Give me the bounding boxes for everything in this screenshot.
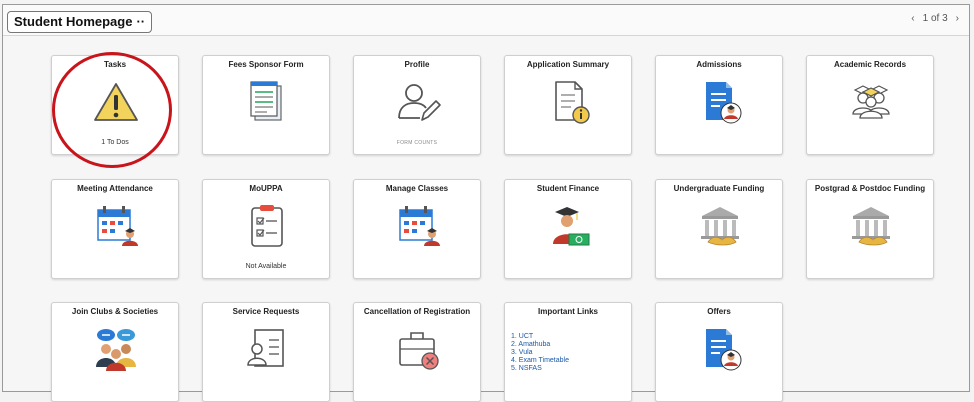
people-chat-icon xyxy=(96,329,136,371)
checklist-icon xyxy=(251,205,283,247)
tile-admissions[interactable]: Admissions xyxy=(655,55,783,155)
tile-meeting-attendance[interactable]: Meeting Attendance xyxy=(51,179,179,279)
tile-title: Fees Sponsor Form xyxy=(228,60,304,69)
tile-title: Admissions xyxy=(696,60,742,69)
tile-important-links[interactable]: Important Links 1. UCT 2. Amathuba 3. Vu… xyxy=(504,302,632,402)
tile-title: Offers xyxy=(707,307,731,316)
graduates-icon xyxy=(852,85,890,119)
tile-footer: 1 To Dos xyxy=(101,139,129,146)
link-exam-timetable[interactable]: 4. Exam Timetable xyxy=(511,357,569,365)
tile-title: Profile xyxy=(404,60,430,69)
chevron-left-icon[interactable]: ‹ xyxy=(911,13,914,24)
briefcase-cancel-icon xyxy=(399,332,439,370)
homepage-selector-button[interactable]: Student Homepage ·· xyxy=(7,11,153,33)
tile-title: Manage Classes xyxy=(385,184,449,193)
tile-title: Important Links xyxy=(537,307,598,316)
page-title: Student Homepage xyxy=(14,14,133,29)
tile-title: Application Summary xyxy=(526,60,610,69)
tile-title: Tasks xyxy=(103,60,127,69)
page-header: Student Homepage ·· ‹ 1 of 3 › xyxy=(3,5,969,36)
tile-title: Join Clubs & Societies xyxy=(71,307,159,316)
document-info-icon xyxy=(555,81,590,124)
tile-join-clubs-societies[interactable]: Join Clubs & Societies xyxy=(51,302,179,402)
tile-fees-sponsor-form[interactable]: Fees Sponsor Form xyxy=(202,55,330,155)
tile-footer: FORM COUNTS xyxy=(396,140,438,146)
more-options-icon: ·· xyxy=(136,14,146,29)
tile-academic-records[interactable]: Academic Records xyxy=(806,55,934,155)
tile-footer: Not Available xyxy=(245,263,287,270)
tile-title: Cancellation of Registration xyxy=(363,307,471,316)
tile-postgrad-funding[interactable]: Postgrad & Postdoc Funding xyxy=(806,179,934,279)
link-uct[interactable]: 1. UCT xyxy=(511,333,569,341)
tile-title: Undergraduate Funding xyxy=(673,184,765,193)
link-vula[interactable]: 3. Vula xyxy=(511,349,569,357)
tile-offers[interactable]: Offers xyxy=(655,302,783,402)
tile-manage-classes[interactable]: Manage Classes xyxy=(353,179,481,279)
tile-application-summary[interactable]: Application Summary xyxy=(504,55,632,155)
calendar-person-icon xyxy=(97,206,138,246)
form-document-icon xyxy=(250,81,282,121)
tile-tasks[interactable]: Tasks 1 To Dos xyxy=(51,55,179,155)
page-pager: ‹ 1 of 3 › xyxy=(911,13,959,24)
tile-student-finance[interactable]: Student Finance xyxy=(504,179,632,279)
page-indicator: 1 of 3 xyxy=(922,13,948,24)
bank-handshake-icon xyxy=(852,207,890,246)
calendar-person-icon xyxy=(399,206,440,246)
bank-handshake-icon xyxy=(701,207,739,246)
tile-title: MoUPPA xyxy=(249,184,283,193)
chevron-right-icon[interactable]: › xyxy=(956,13,959,24)
link-amathuba[interactable]: 2. Amathuba xyxy=(511,341,569,349)
person-list-icon xyxy=(247,329,284,367)
tile-moupa[interactable]: MoUPPA Not Available xyxy=(202,179,330,279)
profile-edit-icon xyxy=(398,84,441,121)
important-links-list: 1. UCT 2. Amathuba 3. Vula 4. Exam Timet… xyxy=(511,333,569,373)
tile-title: Postgrad & Postdoc Funding xyxy=(814,184,926,193)
tile-profile[interactable]: Profile FORM COUNTS xyxy=(353,55,481,155)
graduate-money-icon xyxy=(553,207,590,246)
tile-title: Academic Records xyxy=(833,60,907,69)
tile-undergraduate-funding[interactable]: Undergraduate Funding xyxy=(655,179,783,279)
tile-title: Student Finance xyxy=(536,184,600,193)
link-nsfas[interactable]: 5. NSFAS xyxy=(511,365,569,373)
tile-cancellation-of-registration[interactable]: Cancellation of Registration xyxy=(353,302,481,402)
document-person-icon xyxy=(706,329,742,371)
tile-service-requests[interactable]: Service Requests xyxy=(202,302,330,402)
document-person-icon xyxy=(706,82,742,124)
tile-title: Meeting Attendance xyxy=(77,184,153,193)
tile-title: Service Requests xyxy=(232,307,300,316)
warning-icon xyxy=(94,83,138,121)
